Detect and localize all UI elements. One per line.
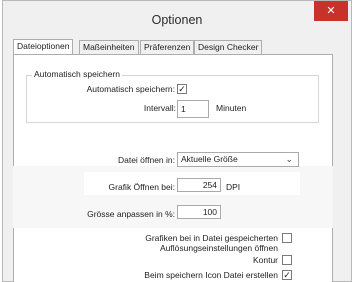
interval-unit: Minuten [216, 103, 247, 113]
autosave-enable-label: Automatisch speichern: [86, 84, 175, 94]
close-icon: ✕ [326, 5, 336, 17]
title-bar: Optionen ✕ [3, 1, 351, 34]
outline-checkbox[interactable] [282, 255, 292, 265]
tab-dateioptionen[interactable]: Dateioptionen [13, 39, 74, 55]
close-button[interactable]: ✕ [314, 1, 348, 21]
open-file-label: Datei öffnen in: [117, 155, 175, 165]
interval-label: Intervall: [143, 103, 176, 113]
save-icon-checkbox[interactable]: ✓ [282, 270, 292, 280]
autosave-group [26, 75, 319, 123]
save-graphics-label-line1: Grafiken bei in Datei gespeicherten [145, 233, 278, 243]
open-file-select[interactable]: Aktuelle Größe ⌄ [177, 152, 299, 167]
tab-praeferenzen[interactable]: Präferenzen [140, 40, 195, 54]
graphic-open-label: Grafik Öffnen bei: [108, 182, 175, 192]
save-graphics-checkbox[interactable] [282, 233, 292, 243]
save-icon-label: Beim speichern Icon Datei erstellen [144, 270, 278, 280]
resize-label: Grösse anpassen in %: [87, 209, 175, 219]
autosave-group-title: Automatisch speichern [32, 69, 122, 79]
tab-design-checker[interactable]: Design Checker [194, 40, 263, 54]
tab-masseinheiten[interactable]: Maßeinheiten [79, 40, 139, 54]
dialog-title: Optionen [151, 13, 203, 27]
graphic-dpi-input[interactable]: 254 [177, 178, 221, 192]
save-graphics-label-line2: Auflösungseinstellungen öffnen [160, 243, 278, 253]
graphic-dpi-unit: DPI [226, 182, 241, 192]
outline-label: Kontur [252, 255, 278, 265]
resize-input[interactable]: 100 [177, 205, 221, 219]
interval-input[interactable]: 1 [177, 100, 209, 118]
open-file-select-value: Aktuelle Größe [181, 154, 238, 164]
autosave-checkbox[interactable]: ✓ [177, 84, 187, 94]
chevron-down-icon: ⌄ [285, 154, 293, 164]
